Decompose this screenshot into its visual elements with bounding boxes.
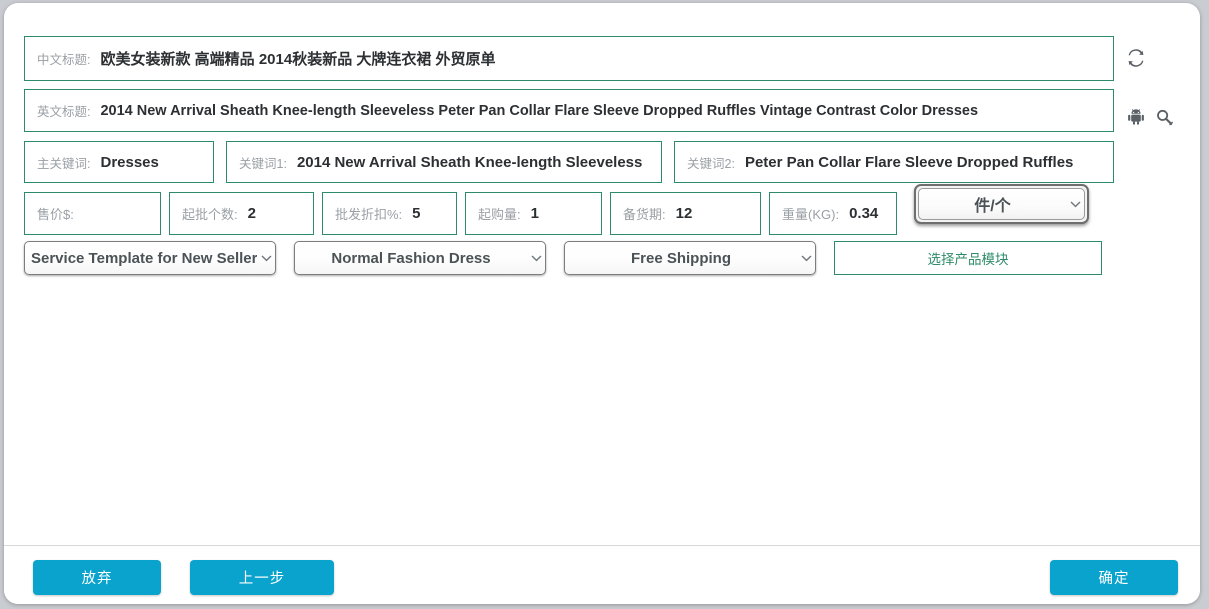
weight-value: 0.34 — [849, 205, 879, 222]
main-keyword-value: Dresses — [100, 153, 159, 171]
shipping-select[interactable]: Free Shipping — [564, 241, 816, 275]
unit-select-inner: 件/个 — [918, 188, 1085, 220]
unit-select[interactable]: 件/个 — [914, 184, 1089, 224]
english-title-value: 2014 New Arrival Sheath Knee-length Slee… — [100, 102, 979, 119]
price-field[interactable]: 售价$: — [24, 192, 161, 235]
price-label: 售价$: — [37, 207, 74, 222]
moq-pieces-field[interactable]: 起批个数: 2 — [169, 192, 314, 235]
service-template-select[interactable]: Service Template for New Sellers — [24, 241, 276, 275]
wholesale-discount-label: 批发折扣%: — [335, 207, 403, 222]
min-order-field[interactable]: 起购量: 1 — [465, 192, 602, 235]
previous-step-button[interactable]: 上一步 — [190, 560, 334, 595]
dialog-footer: 放弃 上一步 确定 — [4, 545, 1200, 604]
refresh-icon[interactable] — [1124, 46, 1148, 70]
main-keyword-field[interactable]: 主关键词: Dresses — [24, 141, 214, 183]
form-area: 中文标题: 欧美女装新款 高端精品 2014秋装新品 大牌连衣裙 外贸原单 英文… — [4, 3, 1200, 545]
chevron-down-icon — [797, 254, 815, 262]
keyword2-field[interactable]: 关键词2: Peter Pan Collar Flare Sleeve Drop… — [674, 141, 1114, 183]
chinese-title-field[interactable]: 中文标题: 欧美女装新款 高端精品 2014秋装新品 大牌连衣裙 外贸原单 — [24, 36, 1114, 81]
keyword1-value: 2014 New Arrival Sheath Knee-length Slee… — [296, 153, 643, 171]
chinese-title-value: 欧美女装新款 高端精品 2014秋装新品 大牌连衣裙 外贸原单 — [100, 51, 496, 68]
moq-pieces-value: 2 — [247, 205, 256, 222]
main-keyword-label: 主关键词: — [37, 156, 91, 171]
keyword2-label: 关键词2: — [687, 156, 735, 171]
abandon-button[interactable]: 放弃 — [33, 560, 161, 595]
android-icon[interactable] — [1124, 105, 1148, 129]
wholesale-discount-value: 5 — [412, 205, 421, 222]
moq-pieces-label: 起批个数: — [182, 207, 238, 222]
min-order-label: 起购量: — [478, 207, 521, 222]
select-product-module-button[interactable]: 选择产品模块 — [834, 241, 1102, 275]
category-select[interactable]: Normal Fashion Dress — [294, 241, 546, 275]
keyword1-field[interactable]: 关键词1: 2014 New Arrival Sheath Knee-lengt… — [226, 141, 662, 183]
product-publish-dialog: 中文标题: 欧美女装新款 高端精品 2014秋装新品 大牌连衣裙 外贸原单 英文… — [4, 3, 1200, 604]
lead-time-label: 备货期: — [623, 207, 666, 222]
keyword1-label: 关键词1: — [239, 156, 287, 171]
category-value: Normal Fashion Dress — [331, 249, 491, 267]
chevron-down-icon — [1066, 200, 1084, 208]
lead-time-value: 12 — [675, 205, 693, 222]
min-order-value: 1 — [530, 205, 539, 222]
chevron-down-icon — [527, 254, 545, 262]
service-template-value: Service Template for New Sellers — [31, 249, 257, 267]
chevron-down-icon — [257, 254, 275, 262]
chinese-title-label: 中文标题: — [37, 53, 91, 67]
search-icon[interactable] — [1152, 105, 1176, 129]
english-title-label: 英文标题: — [37, 105, 91, 119]
lead-time-field[interactable]: 备货期: 12 — [610, 192, 761, 235]
weight-label: 重量(KG): — [782, 207, 840, 222]
shipping-value: Free Shipping — [630, 249, 731, 267]
english-title-field[interactable]: 英文标题: 2014 New Arrival Sheath Knee-lengt… — [24, 89, 1114, 132]
weight-field[interactable]: 重量(KG): 0.34 — [769, 192, 897, 235]
confirm-button[interactable]: 确定 — [1050, 560, 1178, 595]
keyword2-value: Peter Pan Collar Flare Sleeve Dropped Ru… — [744, 153, 1074, 171]
wholesale-discount-field[interactable]: 批发折扣%: 5 — [322, 192, 457, 235]
unit-select-value: 件/个 — [974, 198, 1011, 215]
